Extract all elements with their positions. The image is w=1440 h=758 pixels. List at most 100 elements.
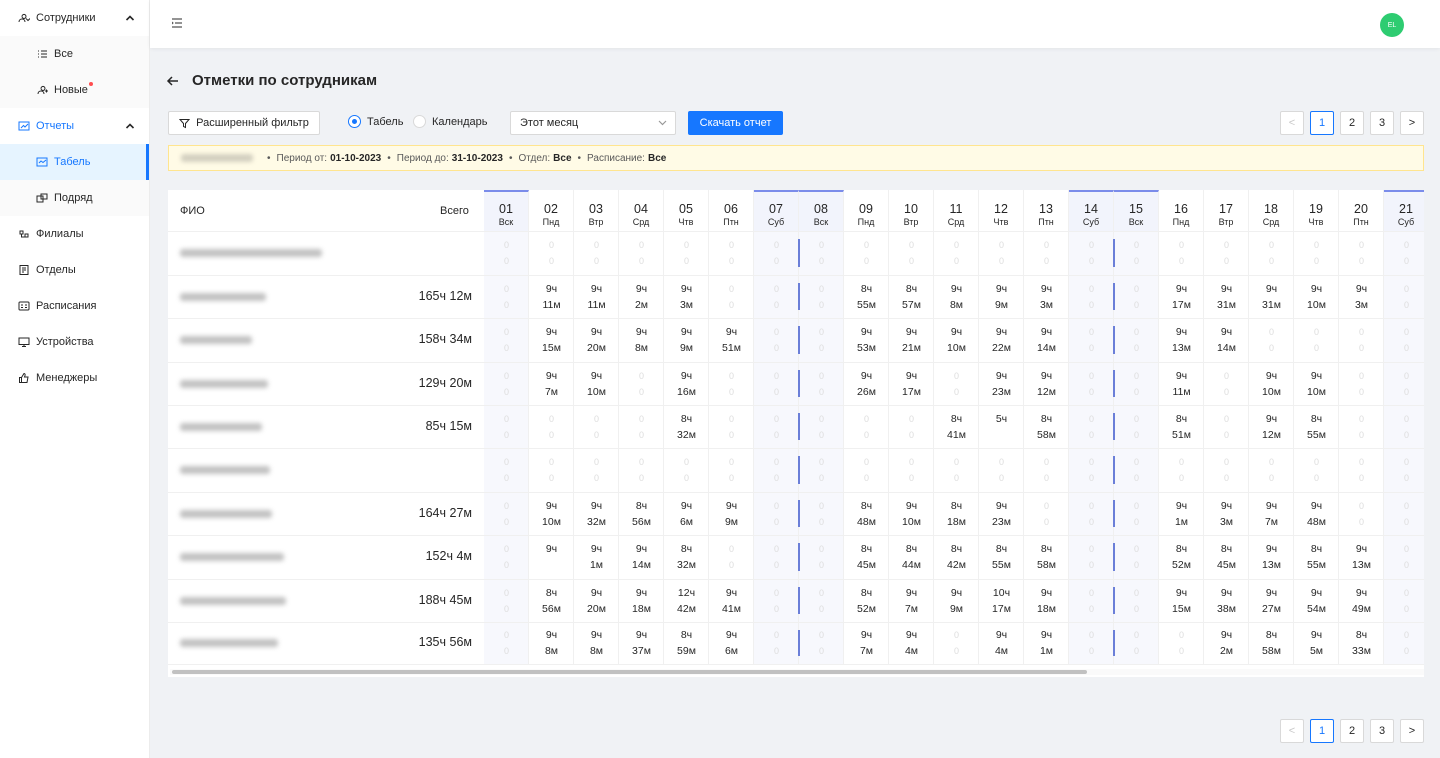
day-cell-empty[interactable]: 00 <box>1249 454 1294 486</box>
download-report-button[interactable]: Скачать отчет <box>688 111 783 135</box>
day-cell-empty[interactable]: 00 <box>529 411 574 443</box>
day-cell-value[interactable]: 9ч 51м <box>709 324 754 356</box>
day-cell-empty[interactable]: 00 <box>799 454 844 486</box>
day-cell-value[interactable]: 10ч 17м <box>979 585 1024 617</box>
day-cell-empty[interactable]: 00 <box>799 541 844 573</box>
day-cell-empty[interactable]: 00 <box>1114 541 1159 573</box>
day-cell-empty[interactable]: 00 <box>664 454 709 486</box>
day-cell-value[interactable]: 9ч 11м <box>574 281 619 313</box>
day-cell-empty[interactable]: 00 <box>979 454 1024 486</box>
chevron-up-icon[interactable] <box>125 122 135 130</box>
radio-calendar[interactable]: Календарь <box>413 115 488 128</box>
back-arrow-icon[interactable] <box>166 74 180 88</box>
day-cell-value[interactable]: 9ч 31м <box>1249 281 1294 313</box>
day-cell-value[interactable]: 12ч 42м <box>664 585 709 617</box>
day-cell-value[interactable]: 9ч 38м <box>1204 585 1249 617</box>
day-cell-value[interactable]: 9ч 10м <box>574 368 619 400</box>
day-cell-empty[interactable]: 00 <box>799 585 844 617</box>
day-cell-value[interactable]: 8ч 58м <box>1249 627 1294 659</box>
day-cell-value[interactable]: 9ч 32м <box>574 498 619 530</box>
day-cell-value[interactable]: 9ч 17м <box>1159 281 1204 313</box>
day-cell-value[interactable]: 9ч 9м <box>664 324 709 356</box>
day-cell-value[interactable]: 9ч 49м <box>1339 585 1384 617</box>
day-cell-value[interactable]: 9ч 6м <box>664 498 709 530</box>
day-cell-value[interactable]: 8ч 45м <box>1204 541 1249 573</box>
day-cell-empty[interactable]: 00 <box>1339 411 1384 443</box>
day-cell-empty[interactable]: 00 <box>1384 281 1424 313</box>
day-cell-empty[interactable]: 00 <box>754 541 799 573</box>
day-cell-empty[interactable]: 00 <box>484 454 529 486</box>
sidebar-item-8[interactable]: Расписания <box>0 288 149 324</box>
day-cell-value[interactable]: 9ч 41м <box>709 585 754 617</box>
day-cell-empty[interactable]: 00 <box>709 454 754 486</box>
day-cell-value[interactable]: 9ч 10м <box>1249 368 1294 400</box>
day-cell-empty[interactable]: 00 <box>1294 454 1339 486</box>
day-cell-empty[interactable]: 00 <box>889 411 934 443</box>
day-cell-empty[interactable]: 00 <box>889 237 934 269</box>
day-cell-empty[interactable]: 00 <box>709 368 754 400</box>
day-cell-empty[interactable]: 00 <box>1384 368 1424 400</box>
day-cell-value[interactable]: 9ч 7м <box>844 627 889 659</box>
day-cell-empty[interactable]: 00 <box>1069 237 1114 269</box>
day-cell-empty[interactable]: 00 <box>1069 627 1114 659</box>
day-cell-empty[interactable]: 00 <box>1114 368 1159 400</box>
day-cell-empty[interactable]: 00 <box>1339 498 1384 530</box>
day-cell-empty[interactable]: 00 <box>1204 454 1249 486</box>
day-cell-empty[interactable]: 00 <box>1384 585 1424 617</box>
day-cell-value[interactable]: 9ч 13м <box>1339 541 1384 573</box>
day-cell-empty[interactable]: 00 <box>1384 454 1424 486</box>
prev-page-button[interactable]: < <box>1280 719 1304 743</box>
day-cell-value[interactable]: 9ч 16м <box>664 368 709 400</box>
prev-page-button[interactable]: < <box>1280 111 1304 135</box>
day-cell-empty[interactable]: 00 <box>619 237 664 269</box>
day-cell-empty[interactable]: 00 <box>1384 324 1424 356</box>
day-cell-value[interactable]: 8ч 58м <box>1024 541 1069 573</box>
page-1-button[interactable]: 1 <box>1310 111 1334 135</box>
day-cell-empty[interactable]: 00 <box>1339 454 1384 486</box>
day-cell-value[interactable]: 9ч 53м <box>844 324 889 356</box>
day-cell-empty[interactable]: 00 <box>934 237 979 269</box>
sidebar-item-5[interactable]: Подряд <box>0 180 149 216</box>
day-cell-value[interactable]: 9ч 18м <box>1024 585 1069 617</box>
day-cell-empty[interactable]: 00 <box>1069 411 1114 443</box>
day-cell-value[interactable]: 9ч 12м <box>1249 411 1294 443</box>
day-cell-empty[interactable]: 00 <box>1159 454 1204 486</box>
day-cell-empty[interactable]: 00 <box>844 411 889 443</box>
chevron-up-icon[interactable] <box>125 14 135 22</box>
day-cell-empty[interactable]: 00 <box>709 281 754 313</box>
day-cell-value[interactable]: 8ч 57м <box>889 281 934 313</box>
day-cell-value[interactable]: 9ч 13м <box>1249 541 1294 573</box>
next-page-button[interactable]: > <box>1400 111 1424 135</box>
day-cell-empty[interactable]: 00 <box>619 454 664 486</box>
day-cell-empty[interactable]: 00 <box>1384 411 1424 443</box>
sidebar-item-2[interactable]: Новые <box>0 72 149 108</box>
day-cell-empty[interactable]: 00 <box>754 281 799 313</box>
day-cell-value[interactable]: 9ч 1м <box>1159 498 1204 530</box>
day-cell-value[interactable]: 9ч 3м <box>1339 281 1384 313</box>
day-cell-empty[interactable]: 00 <box>754 627 799 659</box>
sidebar-item-3[interactable]: Отчеты <box>0 108 149 144</box>
day-cell-empty[interactable]: 00 <box>934 368 979 400</box>
day-cell-empty[interactable]: 00 <box>799 237 844 269</box>
day-cell-empty[interactable]: 00 <box>979 237 1024 269</box>
sidebar-item-0[interactable]: Сотрудники <box>0 0 149 36</box>
day-cell-empty[interactable]: 00 <box>709 237 754 269</box>
sidebar-item-9[interactable]: Устройства <box>0 324 149 360</box>
day-cell-empty[interactable]: 00 <box>799 627 844 659</box>
day-cell-empty[interactable]: 00 <box>1249 237 1294 269</box>
period-select[interactable]: Этот месяц <box>510 111 676 135</box>
day-cell-value[interactable]: 9ч 3м <box>1024 281 1069 313</box>
day-cell-empty[interactable]: 00 <box>1069 541 1114 573</box>
day-cell-value[interactable]: 9ч 8м <box>619 324 664 356</box>
day-cell-empty[interactable]: 00 <box>529 237 574 269</box>
day-cell-empty[interactable]: 00 <box>484 498 529 530</box>
day-cell-empty[interactable]: 00 <box>754 324 799 356</box>
day-cell-empty[interactable]: 00 <box>484 324 529 356</box>
day-cell-empty[interactable]: 00 <box>1069 585 1114 617</box>
day-cell-value[interactable]: 9ч 2м <box>1204 627 1249 659</box>
day-cell-empty[interactable]: 00 <box>484 281 529 313</box>
day-cell-value[interactable]: 8ч 42м <box>934 541 979 573</box>
day-cell-value[interactable]: 9ч 15м <box>1159 585 1204 617</box>
day-cell-value[interactable]: 8ч 32м <box>664 541 709 573</box>
day-cell-empty[interactable]: 00 <box>484 541 529 573</box>
